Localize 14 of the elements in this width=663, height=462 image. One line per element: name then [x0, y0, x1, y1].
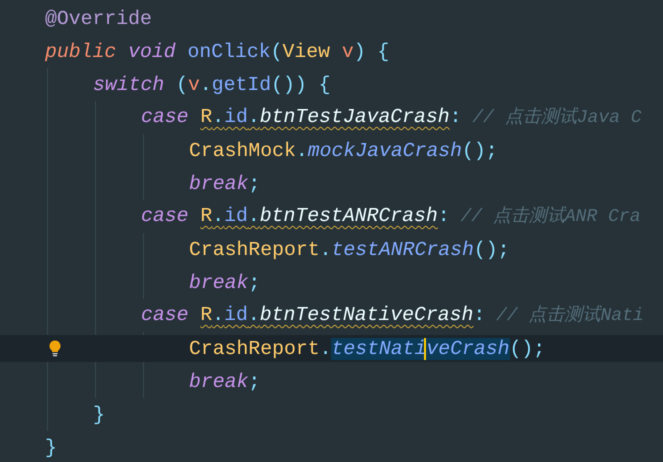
- code-line: @Override: [45, 6, 152, 32]
- code-line: case R.id.btnTestNativeCrash: // 点击测试Nati: [141, 303, 644, 328]
- code-line: case R.id.btnTestJavaCrash: // 点击测试Java C: [141, 105, 642, 130]
- code-line: break;: [189, 172, 260, 196]
- code-line: case R.id.btnTestANRCrash: // 点击测试ANR Cra: [141, 204, 640, 229]
- code-line: break;: [189, 370, 260, 394]
- code-line: switch (v.getId()) {: [93, 72, 330, 98]
- code-line: break;: [189, 270, 260, 296]
- code-line: CrashMock.mockJavaCrash();: [189, 138, 498, 164]
- code-line: CrashReport.testANRCrash();: [189, 238, 510, 262]
- lightbulb-icon[interactable]: [49, 340, 61, 357]
- code-line: }: [93, 402, 105, 428]
- code-line: public void onClick(View v) {: [45, 40, 390, 64]
- code-line: }: [45, 436, 57, 460]
